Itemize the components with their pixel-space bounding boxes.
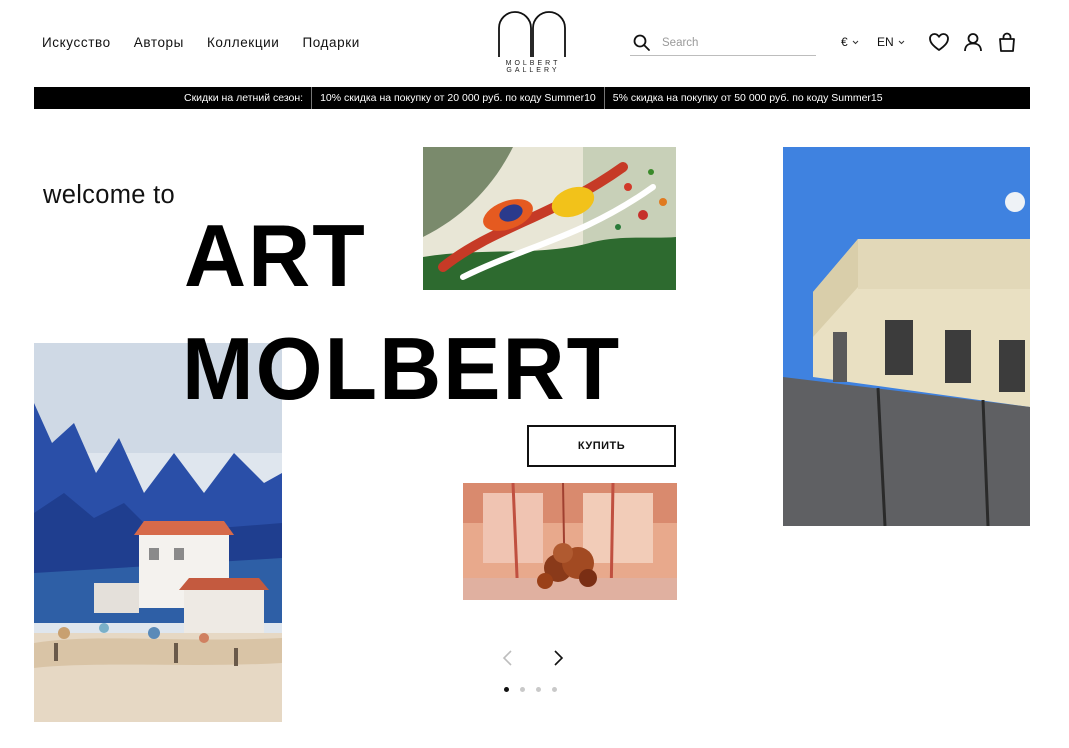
carousel-pagination xyxy=(504,687,557,692)
search-icon[interactable] xyxy=(632,33,652,53)
search-input[interactable] xyxy=(662,37,802,49)
artwork-abstract-graphic xyxy=(423,147,676,290)
nav-item-art[interactable]: Искусство xyxy=(42,35,111,50)
hero-headline-line-2: MOLBERT xyxy=(182,319,622,419)
hero-headline-line-1: ART xyxy=(184,206,367,306)
carousel-dot[interactable] xyxy=(552,687,557,692)
chevron-down-icon xyxy=(852,40,859,44)
cart-bag-icon[interactable] xyxy=(996,31,1018,53)
currency-value: € xyxy=(841,35,848,49)
promo-offer: 5% скидка на покупку от 50 000 руб. по к… xyxy=(612,92,883,104)
nav-item-gifts[interactable]: Подарки xyxy=(302,35,359,50)
chevron-left-icon[interactable] xyxy=(499,648,517,668)
chevron-right-icon[interactable] xyxy=(549,648,567,668)
main-nav: Искусство Авторы Коллекции Подарки xyxy=(42,35,360,50)
carousel-dot[interactable] xyxy=(504,687,509,692)
language-value: EN xyxy=(877,35,894,49)
nav-item-authors[interactable]: Авторы xyxy=(134,35,184,50)
artwork-building-image[interactable] xyxy=(783,147,1030,526)
promo-offer: 10% скидка на покупку от 20 000 руб. по … xyxy=(320,92,596,104)
site-logo[interactable]: MOLBERT GALLERY xyxy=(497,10,569,76)
artwork-building-graphic xyxy=(783,147,1030,526)
favorites-heart-icon[interactable] xyxy=(928,31,950,53)
artwork-flowers-image[interactable] xyxy=(463,483,677,600)
search-bar xyxy=(630,31,816,56)
chevron-down-icon xyxy=(898,40,905,44)
promo-banner: Скидки на летний сезон: 10% скидка на по… xyxy=(34,87,1030,109)
logo-line-1: MOLBERT xyxy=(505,60,561,67)
logo-wordmark: MOLBERT GALLERY xyxy=(497,60,569,74)
promo-title: Скидки на летний сезон: xyxy=(184,92,304,104)
artwork-flowers-graphic xyxy=(463,483,677,600)
logo-line-2: GALLERY xyxy=(506,67,560,74)
welcome-text: welcome to xyxy=(43,181,175,209)
account-user-icon[interactable] xyxy=(962,31,984,53)
buy-button[interactable]: КУПИТЬ xyxy=(527,425,676,467)
nav-item-collections[interactable]: Коллекции xyxy=(207,35,279,50)
carousel-dot[interactable] xyxy=(520,687,525,692)
carousel-dot[interactable] xyxy=(536,687,541,692)
language-selector[interactable]: EN xyxy=(877,35,905,49)
currency-selector[interactable]: € xyxy=(841,35,859,49)
logo-arches-icon xyxy=(498,11,566,57)
artwork-abstract-image[interactable] xyxy=(423,147,676,290)
